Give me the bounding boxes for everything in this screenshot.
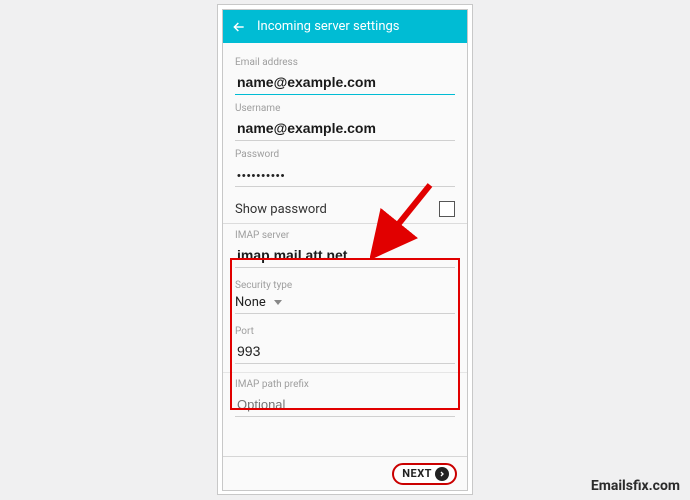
security-type-label: Security type — [235, 280, 455, 291]
show-password-row: Show password — [235, 201, 455, 217]
section-divider — [223, 223, 467, 224]
imap-server-label: IMAP server — [235, 230, 455, 241]
bottom-bar: NEXT — [223, 456, 467, 490]
email-field[interactable] — [235, 72, 455, 95]
username-label: Username — [235, 103, 455, 114]
section-divider-2 — [223, 372, 467, 373]
imap-prefix-field[interactable] — [235, 395, 455, 417]
username-field[interactable] — [235, 118, 455, 141]
password-label: Password — [235, 149, 455, 160]
imap-prefix-label: IMAP path prefix — [235, 379, 455, 390]
next-arrow-icon — [435, 467, 449, 481]
screenshot-frame: Incoming server settings Email address U… — [217, 4, 473, 495]
password-field[interactable] — [235, 168, 455, 187]
back-arrow-icon[interactable] — [231, 19, 247, 35]
email-label: Email address — [235, 57, 455, 68]
form-content: Email address Username Password Show pas… — [223, 43, 467, 456]
page-title: Incoming server settings — [257, 19, 400, 34]
watermark: Emailsfix.com — [591, 478, 680, 494]
security-type-value: None — [235, 295, 266, 310]
next-button-label: NEXT — [402, 467, 432, 480]
show-password-checkbox[interactable] — [439, 201, 455, 217]
show-password-label: Show password — [235, 202, 327, 217]
port-field[interactable] — [235, 341, 455, 364]
chevron-down-icon — [274, 300, 282, 305]
imap-server-field[interactable] — [235, 245, 455, 268]
port-label: Port — [235, 326, 455, 337]
phone-screen: Incoming server settings Email address U… — [222, 9, 468, 491]
next-button[interactable]: NEXT — [392, 463, 457, 485]
app-bar: Incoming server settings — [223, 10, 467, 43]
security-type-select[interactable]: None — [235, 295, 455, 314]
